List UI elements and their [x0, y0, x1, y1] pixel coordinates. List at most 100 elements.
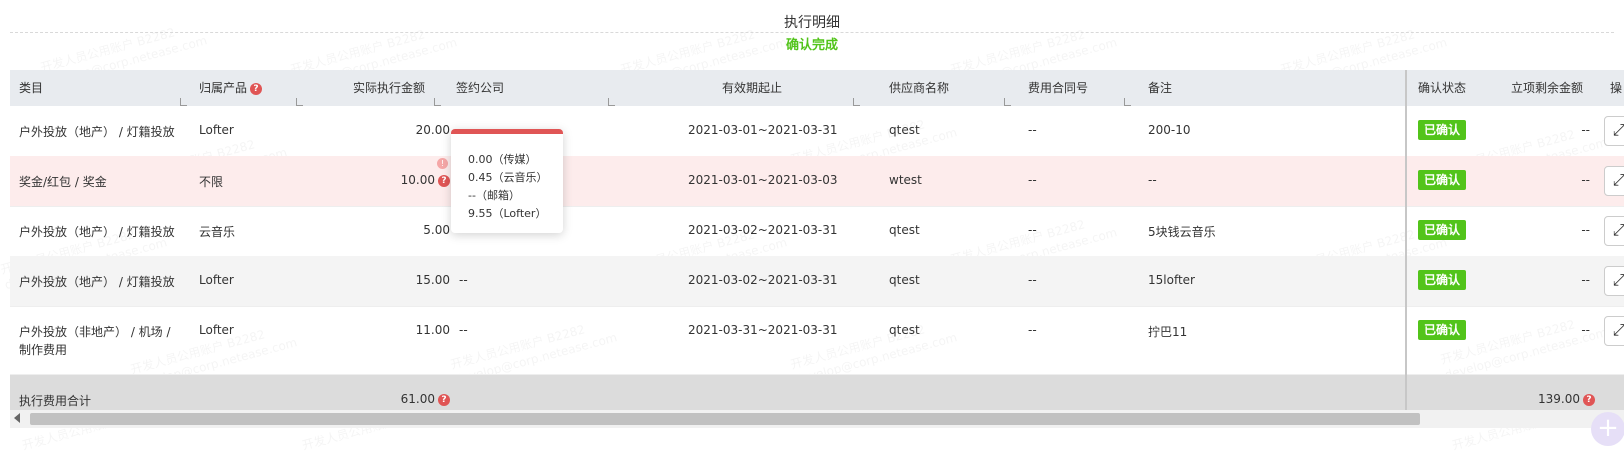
company-cell: -- [459, 273, 468, 287]
product-cell: Lofter [199, 323, 234, 337]
category-cell-line2: 制作费用 [19, 343, 68, 357]
total-label: 执行费用合计 [19, 394, 92, 408]
popover-line: 9.55（Lofter） [468, 207, 547, 220]
table-row: 奖金/红包 / 奖金 不限 10.00? 2021-03-01~2021-03-… [10, 156, 1624, 207]
popover-line: 0.45（云音乐） [468, 171, 548, 184]
period-cell: 2021-03-02~2021-03-31 [688, 223, 838, 237]
column-header-remark[interactable]: 备注 [1148, 70, 1172, 106]
table-row: 户外投放（地产） / 灯籍投放 Lofter 15.00 -- 2021-03-… [10, 256, 1624, 307]
scrollbar-thumb[interactable] [30, 413, 1420, 425]
column-header-contract[interactable]: 费用合同号 [1028, 70, 1088, 106]
title-divider [10, 32, 1614, 33]
column-header-company[interactable]: 签约公司 [456, 70, 504, 106]
product-cell: 云音乐 [199, 225, 236, 239]
column-header-category[interactable]: 类目 [19, 70, 43, 106]
status-badge: 已确认 [1418, 320, 1467, 340]
remark-cell: 15lofter [1148, 273, 1195, 287]
table-row: 户外投放（非地产） / 机场 / 制作费用 Lofter 11.00 -- 20… [10, 306, 1624, 375]
table-row: 户外投放（地产） / 灯籍投放 Lofter 20.00 2021-03-01~… [10, 106, 1624, 157]
remaining-cell: -- [1581, 273, 1590, 287]
remaining-cell: -- [1581, 173, 1590, 187]
contract-cell: -- [1028, 223, 1037, 237]
table-row: 户外投放（地产） / 灯籍投放 云音乐 5.00 2021-03-02~2021… [10, 206, 1624, 257]
status-badge: 已确认 [1418, 170, 1467, 190]
category-cell: 户外投放（非地产） / 机场 / [19, 325, 171, 339]
product-cell: Lofter [199, 273, 234, 287]
contract-cell: -- [1028, 123, 1037, 137]
contract-cell: -- [1028, 173, 1037, 187]
table-header: 类目 归属产品? 实际执行金额 签约公司 有效期起止 供应商名称 费用合同号 备… [10, 70, 1624, 106]
help-icon[interactable]: ? [1583, 393, 1595, 406]
column-header-amount[interactable]: 实际执行金额 [353, 70, 425, 106]
amount-cell: 11.00 [415, 323, 450, 337]
amount-breakdown-popover: 0.00（传媒） 0.45（云音乐） --（邮箱） 9.55（Lofter） [451, 129, 563, 233]
remark-cell: 200-10 [1148, 123, 1191, 137]
column-resize-handle[interactable] [296, 98, 303, 106]
execution-table: 类目 归属产品? 实际执行金额 签约公司 有效期起止 供应商名称 费用合同号 备… [10, 70, 1624, 425]
period-cell: 2021-03-02~2021-03-31 [688, 273, 838, 287]
column-resize-handle[interactable] [180, 98, 187, 106]
supplier-cell: qtest [889, 273, 920, 287]
expand-icon[interactable]: ⤢ [1604, 316, 1624, 346]
total-remaining: 139.00? [1485, 392, 1595, 406]
amount-cell: 20.00 [415, 123, 450, 137]
expand-icon[interactable]: ⤢ [1604, 116, 1624, 146]
warning-icon: ! [437, 158, 448, 169]
expand-icon[interactable]: ⤢ [1604, 266, 1624, 296]
help-icon[interactable]: ? [438, 393, 450, 406]
remark-cell: -- [1148, 173, 1157, 187]
plus-icon: + [1597, 413, 1619, 443]
horizontal-scrollbar[interactable] [10, 410, 1624, 428]
product-cell: 不限 [199, 175, 224, 189]
column-header-confirm[interactable]: 确认状态 [1418, 70, 1466, 106]
amount-cell: 5.00 [423, 223, 450, 237]
remaining-cell: -- [1581, 123, 1590, 137]
column-resize-handle[interactable] [608, 98, 615, 106]
category-cell: 奖金/红包 / 奖金 [19, 175, 107, 189]
column-resize-handle[interactable] [434, 98, 441, 106]
period-cell: 2021-03-01~2021-03-03 [688, 173, 838, 187]
column-resize-handle[interactable] [1124, 98, 1131, 106]
expand-icon[interactable]: ⤢ [1604, 166, 1624, 196]
expand-icon[interactable]: ⤢ [1604, 216, 1624, 246]
add-floating-button[interactable]: + [1591, 412, 1624, 446]
supplier-cell: wtest [889, 173, 922, 187]
column-resize-handle[interactable] [1004, 98, 1011, 106]
supplier-cell: qtest [889, 323, 920, 337]
column-header-product[interactable]: 归属产品? [199, 70, 263, 106]
remaining-cell: -- [1581, 323, 1590, 337]
popover-line: 0.00（传媒） [468, 153, 537, 166]
supplier-cell: qtest [889, 123, 920, 137]
status-badge: 已确认 [1418, 220, 1467, 240]
period-cell: 2021-03-01~2021-03-31 [688, 123, 838, 137]
popover-line: --（邮箱） [468, 189, 520, 202]
amount-cell: 10.00? [340, 173, 450, 187]
status-badge: 已确认 [1418, 120, 1467, 140]
category-cell: 户外投放（地产） / 灯籍投放 [19, 275, 175, 289]
contract-cell: -- [1028, 273, 1037, 287]
product-cell: Lofter [199, 123, 234, 137]
popover-accent-bar [451, 129, 563, 134]
fixed-column-divider [1405, 70, 1407, 425]
remark-cell: 拧巴11 [1148, 325, 1188, 339]
category-cell: 户外投放（地产） / 灯籍投放 [19, 225, 175, 239]
status-badge: 已确认 [1418, 270, 1467, 290]
scroll-left-arrow-icon[interactable] [14, 413, 20, 423]
contract-cell: -- [1028, 323, 1037, 337]
period-cell: 2021-03-31~2021-03-31 [688, 323, 838, 337]
status-text: 确认完成 [785, 38, 838, 53]
column-header-remaining[interactable]: 立项剩余金额 [1511, 70, 1583, 106]
column-header-supplier[interactable]: 供应商名称 [889, 70, 949, 106]
supplier-cell: qtest [889, 223, 920, 237]
remaining-cell: -- [1581, 223, 1590, 237]
help-icon[interactable]: ? [438, 174, 450, 187]
total-amount: 61.00? [340, 392, 450, 406]
column-header-period[interactable]: 有效期起止 [722, 70, 782, 106]
remark-cell: 5块钱云音乐 [1148, 225, 1216, 239]
category-cell: 户外投放（地产） / 灯籍投放 [19, 125, 175, 139]
page-title: 执行明细 [784, 15, 840, 31]
column-header-ops[interactable]: 操 [1610, 70, 1622, 106]
help-icon[interactable]: ? [250, 82, 263, 95]
column-resize-handle[interactable] [853, 98, 860, 106]
amount-cell: 15.00 [415, 273, 450, 287]
